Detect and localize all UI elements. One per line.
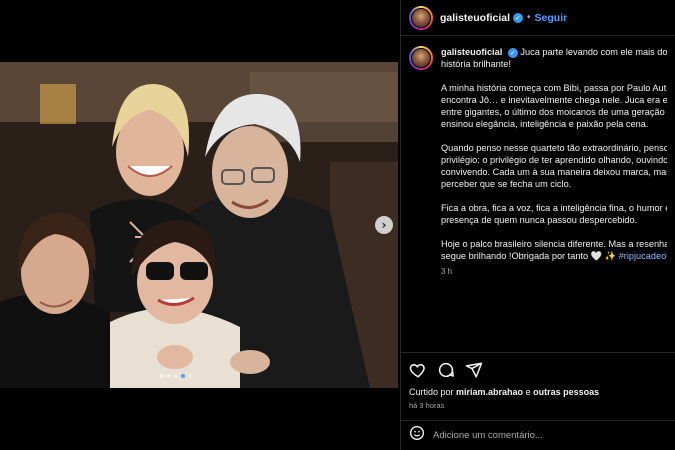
caption-line: perceber que se fecha um ciclo. <box>441 179 572 189</box>
heart-icon[interactable] <box>409 361 427 379</box>
caption-paragraph: Hoje o palco brasileiro silencia diferen… <box>441 238 667 262</box>
verified-icon: ✓ <box>513 12 524 23</box>
caption-paragraph: A minha história começa com Bibi, passa … <box>441 82 667 130</box>
caption-line: A minha história começa com Bibi, passa … <box>441 83 667 93</box>
carousel-next-button[interactable]: › <box>375 216 393 234</box>
share-icon[interactable] <box>465 361 483 379</box>
avatar[interactable] <box>409 46 433 70</box>
caption-line: encontra Jô… e inevitavelmente chega nel… <box>441 95 667 105</box>
follow-button[interactable]: Seguir <box>535 12 568 24</box>
other-likers-link[interactable]: outras pessoas <box>533 387 599 397</box>
carousel-dots <box>160 374 192 378</box>
post-header: galisteuoficial ✓ • Seguir <box>401 0 675 36</box>
caption-paragraph: Fica a obra, fica a voz, fica a inteligê… <box>441 202 667 226</box>
post-photo[interactable] <box>0 62 398 388</box>
photo-illustration <box>0 62 398 388</box>
header-username[interactable]: galisteuoficial <box>440 12 510 24</box>
white-heart-icon: 🤍 <box>590 251 603 261</box>
chevron-right-icon: › <box>381 218 387 232</box>
caption-line: Hoje o palco brasileiro silencia diferen… <box>441 239 667 249</box>
post-timestamp: há 3 horas <box>409 401 445 410</box>
caption-username[interactable]: galisteuoficial <box>441 47 502 57</box>
emoji-icon[interactable] <box>409 425 425 446</box>
separator: • <box>527 12 531 23</box>
caption-line: privilégio: o privilégio de ter aprendid… <box>441 155 667 165</box>
comment-icon[interactable] <box>437 361 455 379</box>
carousel-dot <box>167 374 171 378</box>
avatar[interactable] <box>409 5 433 30</box>
liked-by-user-link[interactable]: miriam.abrahao <box>456 387 523 397</box>
caption-line: entre gigantes, o último dos moicanos de… <box>441 107 667 117</box>
caption-line: convivendo. Cada um à sua maneira deixou… <box>441 167 667 177</box>
caption-line: segue brilhando !Obrigada por tanto <box>441 251 591 261</box>
caption-line: história brilhante! <box>441 59 511 69</box>
post-actions: Curtido por miriam.abrahao e outras pess… <box>401 352 675 410</box>
verified-icon: ✓ <box>507 48 518 58</box>
caption-line: ensinou elegância, inteligência e paixão… <box>441 119 649 129</box>
hashtag-link[interactable]: #ripjucadeoliv <box>619 251 667 261</box>
carousel-dot-active <box>181 374 185 378</box>
post-side-panel: galisteuoficial ✓ • Seguir galisteuofici… <box>400 0 675 450</box>
carousel-dot <box>188 374 192 378</box>
caption-paragraph: Quando penso nesse quarteto tão extraord… <box>441 142 667 190</box>
likes-middle: e <box>523 387 534 397</box>
likes-summary: Curtido por miriam.abrahao e outras pess… <box>409 387 668 397</box>
caption-timestamp: 3 h <box>441 267 453 276</box>
caption-line: Quando penso nesse quarteto tão extraord… <box>441 143 667 153</box>
comment-bar <box>401 420 675 450</box>
caption-line: Juca parte levando com ele mais do que <box>520 47 667 57</box>
caption-text: galisteuoficial ✓ Juca parte levando com… <box>441 46 667 278</box>
carousel-dot <box>174 374 178 378</box>
sparkle-icon: ✨ <box>604 251 617 261</box>
carousel-dot <box>160 374 164 378</box>
caption: galisteuoficial ✓ Juca parte levando com… <box>401 36 675 352</box>
post-media: › <box>0 0 400 450</box>
caption-line: presença de quem nunca passou despercebi… <box>441 215 638 225</box>
likes-prefix: Curtido por <box>409 387 457 397</box>
comment-input[interactable] <box>433 430 653 441</box>
caption-line: Fica a obra, fica a voz, fica a inteligê… <box>441 203 667 213</box>
